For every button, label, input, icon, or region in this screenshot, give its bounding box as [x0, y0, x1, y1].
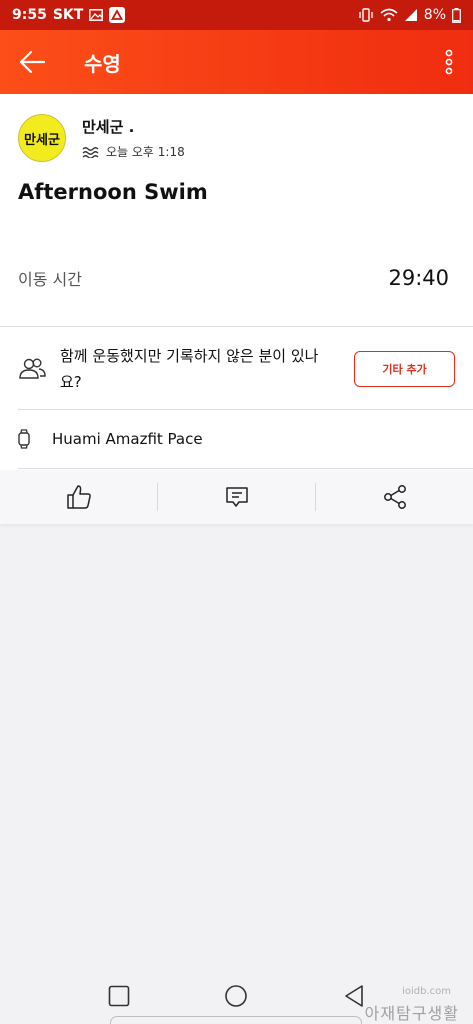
swim-icon: [82, 146, 100, 158]
more-options-button[interactable]: [425, 30, 473, 94]
app-bar: 수영: [0, 30, 473, 94]
thumbs-up-icon: [66, 485, 91, 509]
invite-text: 함께 운동했지만 기록하지 않은 분이 있나요?: [60, 347, 319, 391]
action-bar: [0, 470, 473, 524]
avatar-text: 만세군: [24, 132, 60, 148]
moving-time-value: 29:40: [388, 266, 449, 290]
signal-icon: [404, 8, 418, 22]
back-button[interactable]: [0, 30, 64, 94]
triangle-back-icon: [345, 985, 363, 1007]
arrow-left-icon: [19, 50, 46, 74]
moving-time-label: 이동 시간: [18, 270, 82, 289]
divider: [18, 468, 473, 469]
share-button[interactable]: [316, 470, 473, 524]
watch-icon: [18, 429, 30, 449]
recent-apps-button[interactable]: [99, 976, 139, 1016]
author-section: 만세군 만세군 . 오늘 오후 1:18: [18, 114, 185, 162]
activity-card: 만세군 만세군 . 오늘 오후 1:18 Afternoon Swim 이동 시…: [0, 94, 473, 470]
circle-icon: [225, 985, 248, 1007]
activity-time: 오늘 오후 1:18: [106, 145, 185, 159]
add-others-button[interactable]: 기타 추가: [354, 351, 455, 387]
device-row: Huami Amazfit Pace: [18, 424, 203, 454]
vibrate-icon: [358, 8, 374, 22]
invite-row: 함께 운동했지만 기록하지 않은 분이 있나요? 기타 추가: [18, 329, 455, 409]
battery-icon: [452, 7, 461, 23]
author-name[interactable]: 만세군 .: [82, 116, 185, 137]
status-carrier: SKT: [52, 7, 84, 23]
status-bar: 9:55 SKT 8%: [0, 0, 473, 30]
comment-icon: [225, 487, 248, 507]
watermark-text: 아재탐구생활: [364, 1004, 459, 1023]
gallery-notification-icon: [89, 9, 104, 21]
moving-time-stat: 이동 시간 29:40: [18, 258, 449, 298]
people-icon: [18, 358, 46, 380]
avatar[interactable]: 만세군: [18, 114, 66, 162]
status-time: 9:55: [12, 7, 47, 23]
home-button[interactable]: [216, 976, 256, 1016]
divider: [18, 409, 473, 410]
page-title: 수영: [84, 51, 121, 76]
watermark-site: ioidb.com: [402, 986, 451, 997]
square-icon: [108, 985, 130, 1007]
wifi-icon: [380, 8, 398, 22]
comment-button[interactable]: [158, 470, 315, 524]
kudos-button[interactable]: [0, 470, 157, 524]
device-name: Huami Amazfit Pace: [52, 430, 203, 448]
divider: [0, 326, 473, 327]
gesture-pill: [110, 1016, 362, 1024]
share-icon: [383, 485, 406, 509]
app-notification-icon: [109, 7, 126, 23]
activity-title: Afternoon Swim: [18, 180, 208, 204]
battery-percent: 8%: [423, 7, 446, 23]
more-vertical-icon: [445, 49, 453, 75]
